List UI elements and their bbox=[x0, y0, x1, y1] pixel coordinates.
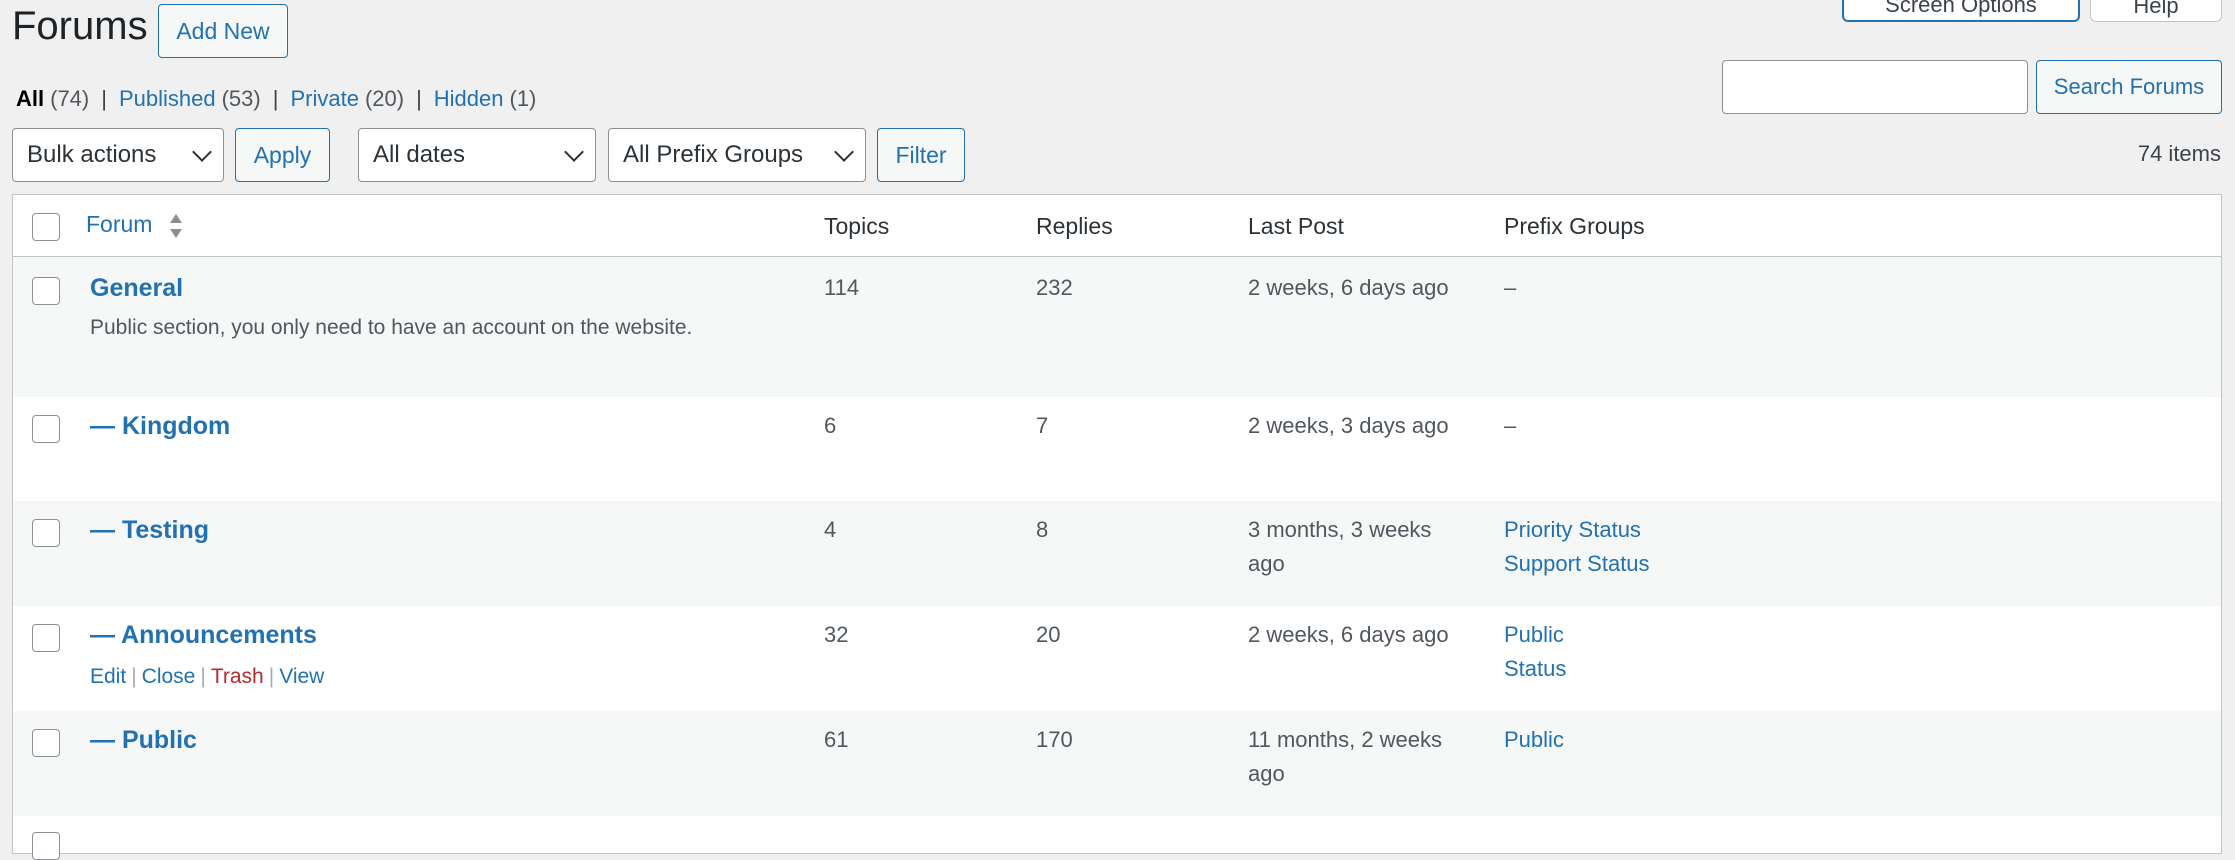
column-topics: Topics bbox=[824, 213, 890, 239]
last-post: 11 months, 2 weeks ago bbox=[1248, 727, 1443, 786]
topics-count: 6 bbox=[824, 413, 837, 438]
filter-button[interactable]: Filter bbox=[877, 128, 965, 182]
replies-count: 7 bbox=[1036, 413, 1049, 438]
help-button[interactable]: Help bbox=[2090, 0, 2222, 22]
search-input[interactable] bbox=[1722, 60, 2028, 114]
prefix-group-link[interactable]: Public bbox=[1504, 723, 1564, 757]
table-row: — Public 61 170 11 months, 2 weeks ago P… bbox=[13, 711, 2221, 816]
apply-button[interactable]: Apply bbox=[235, 128, 330, 182]
replies-count: 170 bbox=[1036, 727, 1073, 752]
topics-count: 4 bbox=[824, 517, 837, 542]
prefix-groups-empty: – bbox=[1504, 413, 1517, 438]
prefix-groups: Public bbox=[1504, 723, 1564, 757]
view-published[interactable]: Published (53) bbox=[119, 86, 261, 112]
prefix-groups-empty: – bbox=[1504, 275, 1517, 300]
last-post: 2 weeks, 6 days ago bbox=[1248, 275, 1449, 300]
table-row: — Kingdom 6 7 2 weeks, 3 days ago – bbox=[13, 397, 2221, 501]
prefix-group-link[interactable]: Public bbox=[1504, 618, 1566, 652]
add-new-button[interactable]: Add New bbox=[158, 4, 288, 58]
table-row: — Announcements Edit | Close | Trash | View 32… bbox=[13, 606, 2221, 711]
row-actions: Edit | Close | Trash | View bbox=[90, 665, 325, 688]
view-private[interactable]: Private (20) bbox=[290, 86, 404, 112]
row-checkbox[interactable] bbox=[32, 832, 60, 860]
column-prefix-groups: Prefix Groups bbox=[1504, 213, 1645, 239]
topics-count: 61 bbox=[824, 727, 849, 752]
items-count: 74 items bbox=[2137, 141, 2221, 166]
forum-description: Public section, you only need to have an… bbox=[90, 316, 693, 339]
table-row: — Testing 4 8 3 months, 3 weeks ago Prio… bbox=[13, 501, 2221, 606]
topics-count: 32 bbox=[824, 622, 849, 647]
view-filters: All (74) | Published (53) | Private (20) | … bbox=[16, 86, 537, 112]
replies-count: 232 bbox=[1036, 275, 1073, 300]
prefix-group-link[interactable]: Support Status bbox=[1504, 547, 1650, 581]
chevron-down-icon bbox=[564, 142, 584, 162]
bulk-actions-select[interactable]: Bulk actions bbox=[12, 128, 224, 182]
prefix-group-link[interactable]: Status bbox=[1504, 652, 1566, 686]
row-checkbox[interactable] bbox=[32, 415, 60, 443]
forum-title-link[interactable]: — Testing bbox=[90, 513, 209, 547]
row-checkbox[interactable] bbox=[32, 729, 60, 757]
close-action[interactable]: Close bbox=[142, 665, 196, 688]
prefix-groups: Public Status bbox=[1504, 618, 1566, 686]
prefix-groups-select[interactable]: All Prefix Groups bbox=[608, 128, 866, 182]
column-last-post: Last Post bbox=[1248, 213, 1344, 239]
chevron-down-icon bbox=[192, 142, 212, 162]
column-forum-sortable[interactable]: Forum bbox=[86, 211, 183, 239]
view-action[interactable]: View bbox=[279, 665, 324, 688]
column-replies: Replies bbox=[1036, 213, 1113, 239]
edit-action[interactable]: Edit bbox=[90, 665, 126, 688]
dates-select[interactable]: All dates bbox=[358, 128, 596, 182]
last-post: 2 weeks, 3 days ago bbox=[1248, 413, 1449, 438]
table-row bbox=[13, 816, 2221, 860]
view-all[interactable]: All (74) bbox=[16, 86, 89, 112]
chevron-down-icon bbox=[834, 142, 854, 162]
forums-table: Forum Topics Replies Last Post Prefix Gr… bbox=[12, 194, 2222, 860]
replies-count: 8 bbox=[1036, 517, 1049, 542]
screen-options-button[interactable]: Screen Options bbox=[1842, 0, 2080, 22]
replies-count: 20 bbox=[1036, 622, 1061, 647]
prefix-group-link[interactable]: Priority Status bbox=[1504, 513, 1650, 547]
forum-title-link[interactable]: General bbox=[90, 271, 183, 305]
topics-count: 114 bbox=[824, 275, 860, 300]
prefix-groups: Priority Status Support Status bbox=[1504, 513, 1650, 581]
row-checkbox[interactable] bbox=[32, 624, 60, 652]
forum-title-link[interactable]: — Public bbox=[90, 723, 197, 757]
select-all-checkbox[interactable] bbox=[32, 213, 60, 241]
table-row: General Public section, you only need to… bbox=[13, 257, 2221, 397]
page-title: Forums bbox=[12, 4, 148, 48]
forum-title-link[interactable]: — Announcements bbox=[90, 618, 317, 652]
row-checkbox[interactable] bbox=[32, 277, 60, 305]
search-forums-button[interactable]: Search Forums bbox=[2036, 60, 2222, 114]
last-post: 2 weeks, 6 days ago bbox=[1248, 622, 1449, 647]
last-post: 3 months, 3 weeks ago bbox=[1248, 517, 1432, 576]
trash-action[interactable]: Trash bbox=[211, 665, 264, 688]
view-hidden[interactable]: Hidden (1) bbox=[434, 86, 537, 112]
sort-icon bbox=[169, 213, 182, 238]
table-header: Forum Topics Replies Last Post Prefix Gr… bbox=[13, 195, 2221, 257]
row-checkbox[interactable] bbox=[32, 519, 60, 547]
forum-title-link[interactable]: — Kingdom bbox=[90, 409, 230, 443]
